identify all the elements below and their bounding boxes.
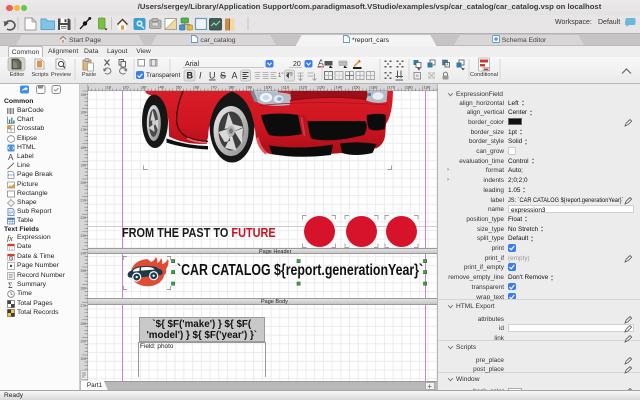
svg-text:270: 270 bbox=[81, 304, 87, 308]
svg-text:70: 70 bbox=[212, 85, 217, 90]
svg-text:50: 50 bbox=[177, 85, 182, 90]
svg-text:A: A bbox=[318, 58, 324, 68]
svg-text:S: S bbox=[220, 71, 226, 81]
svg-text:1": 1" bbox=[278, 73, 283, 79]
svg-text:150: 150 bbox=[353, 85, 360, 90]
svg-text:220: 220 bbox=[81, 216, 87, 220]
svg-text:A: A bbox=[8, 153, 14, 161]
svg-text:30: 30 bbox=[142, 85, 147, 90]
svg-text:U: U bbox=[209, 71, 216, 81]
svg-text:210: 210 bbox=[81, 199, 87, 203]
svg-text:200: 200 bbox=[81, 181, 87, 185]
svg-text:40: 40 bbox=[160, 85, 165, 90]
svg-text:150: 150 bbox=[81, 93, 87, 97]
svg-text:180: 180 bbox=[81, 146, 87, 150]
svg-text:160: 160 bbox=[371, 85, 378, 90]
svg-text:100: 100 bbox=[265, 85, 272, 90]
svg-text:240: 240 bbox=[81, 251, 87, 255]
svg-text:80: 80 bbox=[230, 85, 235, 90]
svg-text:B: B bbox=[187, 71, 194, 81]
svg-text:A: A bbox=[232, 71, 238, 81]
svg-text:110: 110 bbox=[283, 85, 290, 90]
svg-text:90: 90 bbox=[248, 85, 253, 90]
svg-text:120: 120 bbox=[300, 85, 307, 90]
svg-text:180: 180 bbox=[406, 85, 413, 90]
svg-text:60: 60 bbox=[195, 85, 200, 90]
svg-text:280: 280 bbox=[81, 322, 87, 326]
svg-text:20: 20 bbox=[124, 85, 129, 90]
svg-text:160: 160 bbox=[81, 111, 87, 115]
svg-text:fx: fx bbox=[7, 234, 13, 242]
svg-text:10: 10 bbox=[107, 85, 112, 90]
svg-text:130: 130 bbox=[318, 85, 325, 90]
svg-text:190: 190 bbox=[81, 163, 87, 167]
svg-text:290: 290 bbox=[81, 339, 87, 343]
svg-text:260: 260 bbox=[81, 287, 87, 291]
svg-text:230: 230 bbox=[81, 234, 87, 238]
svg-text:170: 170 bbox=[388, 85, 395, 90]
svg-text:190: 190 bbox=[424, 85, 431, 90]
svg-text:I: I bbox=[199, 71, 202, 81]
svg-text:Σ: Σ bbox=[8, 281, 13, 289]
svg-text:250: 250 bbox=[81, 269, 87, 273]
svg-text:170: 170 bbox=[81, 128, 87, 132]
svg-text:140: 140 bbox=[336, 85, 343, 90]
svg-text:300: 300 bbox=[81, 357, 87, 361]
